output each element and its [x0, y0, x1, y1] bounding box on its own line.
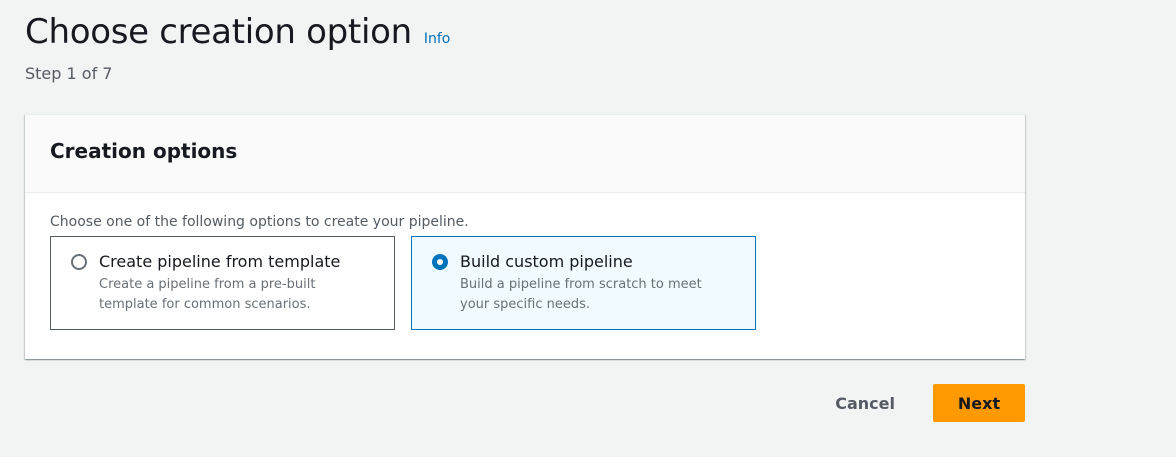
radio-button-custom[interactable] — [432, 254, 448, 270]
panel-body: Choose one of the following options to c… — [25, 193, 1025, 330]
page-title: Choose creation option — [25, 12, 412, 52]
radio-tile-group: Create pipeline from template Create a p… — [50, 236, 1025, 330]
info-link[interactable]: Info — [424, 31, 451, 47]
option-label: Create pipeline from template — [99, 252, 341, 271]
radio-button-template[interactable] — [71, 254, 87, 270]
panel-title: Creation options — [50, 139, 238, 163]
panel-header: Creation options — [25, 115, 1025, 193]
option-label: Build custom pipeline — [460, 252, 633, 271]
page-header: Choose creation option Info — [25, 12, 450, 52]
step-indicator: Step 1 of 7 — [25, 64, 113, 83]
next-button[interactable]: Next — [933, 384, 1025, 422]
tile-text: Build custom pipeline Build a pipeline f… — [460, 252, 710, 329]
cancel-button[interactable]: Cancel — [835, 394, 895, 413]
option-description: Create a pipeline from a pre-built templ… — [99, 277, 316, 312]
panel-description: Choose one of the following options to c… — [50, 214, 469, 230]
option-tile-custom[interactable]: Build custom pipeline Build a pipeline f… — [411, 236, 756, 330]
tile-text: Create pipeline from template Create a p… — [99, 252, 349, 329]
option-description: Build a pipeline from scratch to meet yo… — [460, 277, 702, 312]
form-actions: Cancel Next — [835, 384, 1025, 422]
option-tile-template[interactable]: Create pipeline from template Create a p… — [50, 236, 395, 330]
creation-options-panel: Creation options Choose one of the follo… — [25, 114, 1025, 359]
